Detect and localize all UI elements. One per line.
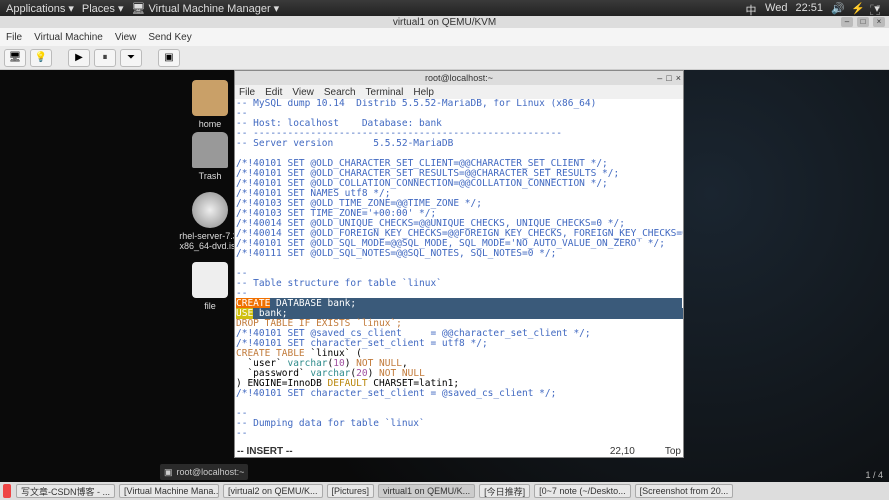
taskbar-item[interactable]: [0~7 note (~/Deskto... [534, 484, 631, 498]
term-menu-help[interactable]: Help [413, 87, 434, 98]
gnome-topbar: Applications ▾ Places ▾ 🖥 Virtual Machin… [0, 0, 889, 16]
guest-desktop[interactable]: home Trash rhel-server-7.3-x86_64-dvd.is… [0, 70, 889, 482]
workspace-indicator[interactable]: 1 / 4 [865, 470, 883, 480]
term-menu-edit[interactable]: Edit [265, 87, 282, 98]
taskbar-item[interactable]: [Screenshot from 20... [635, 484, 734, 498]
vim-statusline: -- INSERT -- 22,10 Top [235, 446, 683, 457]
window-titlebar[interactable]: virtual1 on QEMU/KVM – □ × [0, 16, 889, 28]
clock-day[interactable]: Wed [765, 2, 787, 14]
snapshot-button[interactable]: ▣ [158, 49, 180, 67]
terminal-content[interactable]: -- MySQL dump 10.14 Distrib 5.5.52-Maria… [235, 99, 683, 446]
window-title: virtual1 on QEMU/KVM [393, 17, 496, 28]
pause-button[interactable]: ⏸ [94, 49, 116, 67]
menu-sendkey[interactable]: Send Key [148, 32, 191, 43]
vm-console[interactable]: home Trash rhel-server-7.3-x86_64-dvd.is… [0, 70, 889, 482]
vim-scroll: Top [665, 446, 681, 457]
taskbar-item[interactable]: [virtual2 on QEMU/K... [223, 484, 323, 498]
term-max[interactable]: □ [666, 73, 671, 83]
taskbar-item[interactable]: [Virtual Machine Mana... [119, 484, 219, 498]
taskbar-item[interactable]: [今日推荐] [479, 484, 530, 498]
home-icon[interactable]: home [180, 80, 240, 129]
menu-view[interactable]: View [115, 32, 137, 43]
taskbar-item[interactable]: 写文章-CSDN博客 - ... [16, 484, 115, 498]
vmm-menubar: File Virtual Machine View Send Key [0, 28, 889, 46]
guest-taskbar-item[interactable]: ▣ root@localhost:~ [160, 464, 248, 480]
vmm-toolbar: 🖥 💡 ▶ ⏸ ⏷ ▣ ⛶ [0, 46, 889, 70]
activities-icon[interactable] [3, 484, 11, 498]
power-icon[interactable]: ⚡ [851, 2, 863, 14]
terminal-titlebar[interactable]: root@localhost:~ –□× [235, 71, 683, 85]
input-method[interactable]: 中 ▾ [745, 2, 757, 14]
places-menu[interactable]: Places ▾ [82, 2, 124, 15]
taskbar-item[interactable]: [Pictures] [327, 484, 375, 498]
menu-vm[interactable]: Virtual Machine [34, 32, 103, 43]
vmm-menu[interactable]: 🖥 Virtual Machine Manager ▾ [131, 2, 279, 15]
console-button[interactable]: 🖥 [4, 49, 26, 67]
file-icon[interactable]: file [180, 262, 240, 311]
term-min[interactable]: – [657, 73, 662, 83]
host-taskbar: 写文章-CSDN博客 - ... [Virtual Machine Mana..… [0, 482, 889, 500]
term-close[interactable]: × [676, 73, 681, 83]
term-menu-search[interactable]: Search [324, 87, 356, 98]
play-button[interactable]: ▶ [68, 49, 90, 67]
menu-file[interactable]: File [6, 32, 22, 43]
clock-time[interactable]: 22:51 [795, 2, 823, 14]
trash-icon[interactable]: Trash [180, 132, 240, 181]
shutdown-button[interactable]: ⏷ [120, 49, 142, 67]
vim-position: 22,10 [610, 446, 635, 457]
terminal-menubar: File Edit View Search Terminal Help [235, 85, 683, 99]
taskbar-item-active[interactable]: virtual1 on QEMU/K... [378, 484, 475, 498]
volume-icon[interactable]: 🔊 [831, 2, 843, 14]
vim-mode: -- INSERT -- [237, 446, 293, 457]
fullscreen-button[interactable]: ⛶ [865, 2, 885, 22]
minimize-button[interactable]: – [841, 17, 853, 27]
applications-menu[interactable]: Applications ▾ [6, 2, 74, 15]
term-menu-terminal[interactable]: Terminal [366, 87, 404, 98]
term-menu-view[interactable]: View [292, 87, 314, 98]
term-menu-file[interactable]: File [239, 87, 255, 98]
details-button[interactable]: 💡 [30, 49, 52, 67]
terminal-window[interactable]: root@localhost:~ –□× File Edit View Sear… [234, 70, 684, 458]
